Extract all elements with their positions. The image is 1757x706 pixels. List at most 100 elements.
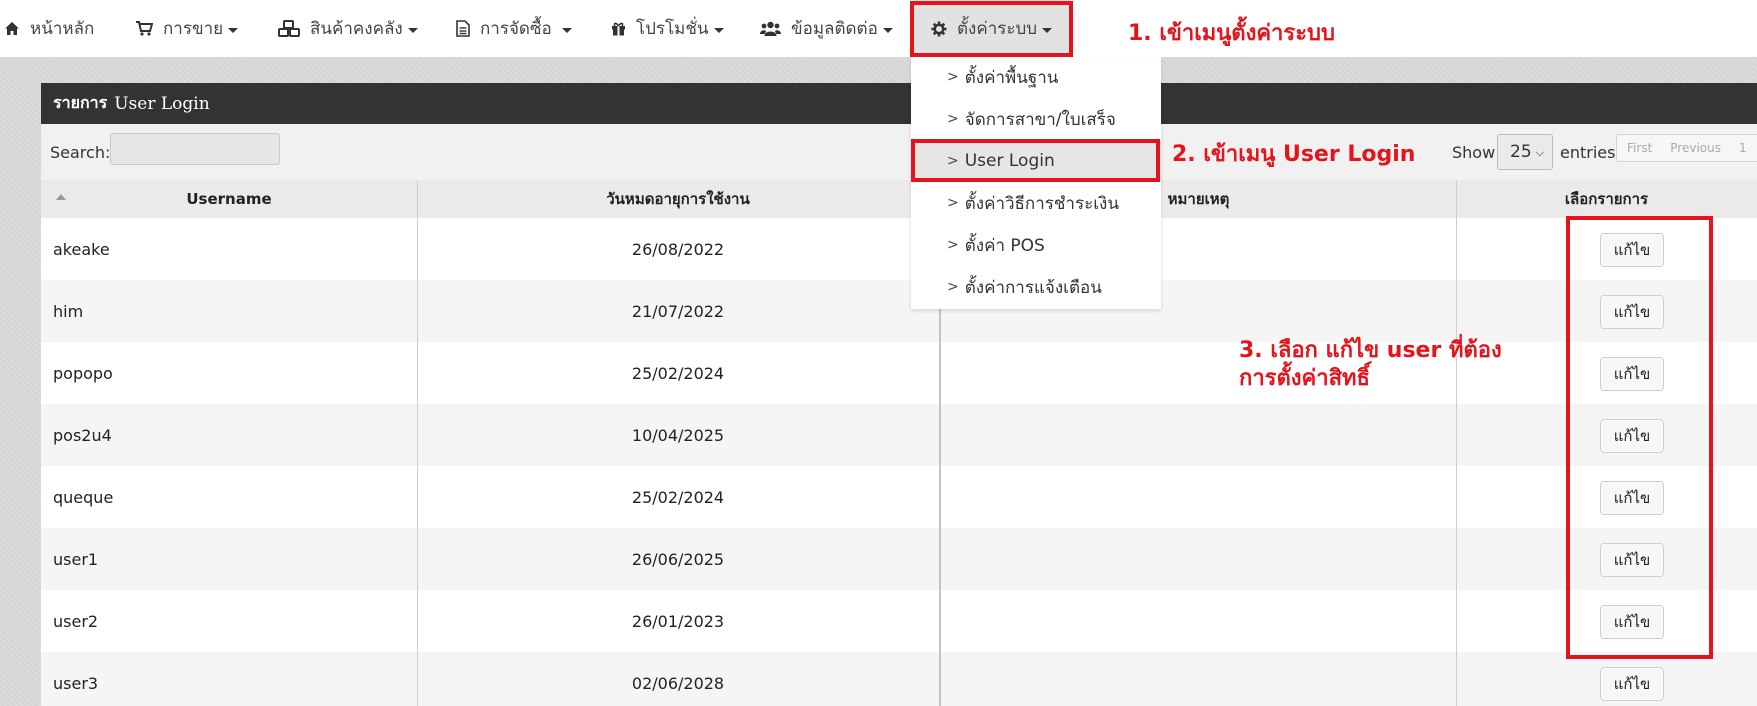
nav-item-purchasing[interactable]: การจัดซื้อ: [456, 0, 572, 57]
nav-item-home[interactable]: หน้าหลัก: [4, 0, 94, 57]
gift-icon: [611, 21, 626, 36]
column-header-username[interactable]: Username: [41, 180, 417, 218]
annotation-step-3-line-2: การตั้งค่าสิทธิ์: [1239, 366, 1370, 391]
cubes-icon: [278, 20, 300, 37]
panel-header: รายการ User Login: [41, 83, 1757, 124]
expiry-cell: 02/06/2028: [631, 673, 725, 693]
table-row: akeake 26/08/2022 แก้ไข: [41, 218, 1757, 280]
nav-item-label: ข้อมูลติดต่อ: [791, 19, 878, 39]
username-cell: user2: [53, 611, 99, 631]
document-icon: [456, 20, 470, 37]
chevron-right-icon: >: [947, 153, 959, 169]
menu-item-payment-methods[interactable]: > ตั้งค่าวิธีการชำระเงิน: [911, 183, 1161, 223]
edit-button[interactable]: แก้ไข: [1600, 667, 1664, 701]
menu-item-label: ตั้งค่าการแจ้งเตือน: [964, 277, 1102, 298]
menu-item-user-login[interactable]: > User Login: [911, 141, 1161, 181]
username-cell: user1: [53, 549, 99, 569]
table-row: queque 25/02/2024 แก้ไข: [41, 466, 1757, 528]
caret-down-icon: [561, 27, 572, 33]
pager-first[interactable]: First: [1627, 141, 1652, 155]
edit-button[interactable]: แก้ไข: [1600, 233, 1664, 267]
chevron-right-icon: >: [947, 111, 959, 127]
table-row: him 21/07/2022 แก้ไข: [41, 280, 1757, 342]
gear-icon: [931, 21, 947, 37]
menu-item-branch-receipt[interactable]: > จัดการสาขา/ใบเสร็จ: [911, 99, 1161, 139]
pager-page[interactable]: 1: [1739, 141, 1747, 155]
panel-title: User Login: [114, 93, 210, 114]
menu-item-label: ตั้งค่า POS: [964, 235, 1045, 256]
username-cell: him: [53, 301, 84, 321]
column-divider: [1456, 180, 1457, 706]
menu-item-label: User Login: [964, 151, 1055, 171]
column-divider: [417, 180, 418, 706]
entries-label: entries: [1560, 142, 1616, 162]
page-size-value: 25: [1510, 142, 1532, 162]
home-icon: [4, 21, 20, 36]
username-cell: akeake: [53, 239, 110, 259]
cart-icon: [136, 21, 153, 36]
chevron-right-icon: >: [947, 195, 959, 211]
nav-item-label: ตั้งค่าระบบ: [957, 19, 1038, 39]
pager-previous[interactable]: Previous: [1670, 141, 1721, 155]
edit-button[interactable]: แก้ไข: [1600, 605, 1664, 639]
expiry-cell: 25/02/2024: [631, 363, 725, 383]
column-header-expiry[interactable]: วันหมดอายุการใช้งาน: [417, 180, 939, 218]
nav-item-label: การขาย: [163, 19, 224, 39]
nav-item-label: หน้าหลัก: [30, 19, 95, 39]
table-toolbar: Search: Show 25 ⌵ entries First Previous…: [41, 124, 1757, 180]
page-size-select[interactable]: 25 ⌵: [1497, 134, 1553, 170]
chevron-down-icon: ⌵: [1535, 146, 1544, 159]
edit-button[interactable]: แก้ไข: [1600, 295, 1664, 329]
chevron-right-icon: >: [947, 279, 959, 295]
show-label: Show: [1452, 142, 1496, 162]
nav-item-label: การจัดซื้อ: [480, 19, 552, 39]
nav-item-system-settings[interactable]: ตั้งค่าระบบ: [913, 0, 1071, 57]
username-cell: pos2u4: [53, 425, 112, 445]
username-cell: user3: [53, 673, 99, 693]
search-input[interactable]: [110, 133, 280, 165]
table-row: user2 26/01/2023 แก้ไข: [41, 590, 1757, 652]
expiry-cell: 26/06/2025: [631, 549, 725, 569]
menu-item-label: จัดการสาขา/ใบเสร็จ: [964, 109, 1116, 130]
nav-item-sales[interactable]: การขาย: [136, 0, 239, 57]
caret-down-icon: [882, 27, 893, 33]
nav-item-promotion[interactable]: โปรโมชั่น: [611, 0, 724, 57]
nav-item-label: สินค้าคงคลัง: [310, 19, 403, 39]
nav-item-label: โปรโมชั่น: [636, 19, 709, 39]
expiry-cell: 26/01/2023: [631, 611, 725, 631]
edit-button[interactable]: แก้ไข: [1600, 543, 1664, 577]
chevron-right-icon: >: [947, 69, 959, 85]
caret-down-icon: [713, 27, 724, 33]
edit-button[interactable]: แก้ไข: [1600, 481, 1664, 515]
menu-item-basic-settings[interactable]: > ตั้งค่าพื้นฐาน: [911, 57, 1161, 97]
chevron-right-icon: >: [947, 237, 959, 253]
table-row: user3 02/06/2028 แก้ไข: [41, 652, 1757, 706]
edit-button[interactable]: แก้ไข: [1600, 419, 1664, 453]
nav-item-inventory[interactable]: สินค้าคงคลัง: [278, 0, 418, 57]
annotation-step-3-line-1: 3. เลือก แก้ไข user ที่ต้อง: [1239, 338, 1502, 363]
panel-title-thai: รายการ: [53, 93, 108, 112]
expiry-cell: 10/04/2025: [631, 425, 725, 445]
table-row: pos2u4 10/04/2025 แก้ไข: [41, 404, 1757, 466]
annotation-step-1: 1. เข้าเมนูตั้งค่าระบบ: [1128, 21, 1335, 46]
system-settings-menu: > ตั้งค่าพื้นฐาน > จัดการสาขา/ใบเสร็จ > …: [911, 57, 1161, 309]
column-header-action[interactable]: เลือกรายการ: [1456, 180, 1757, 218]
menu-item-pos-settings[interactable]: > ตั้งค่า POS: [911, 225, 1161, 265]
user-login-panel: รายการ User Login Search: Show 25 ⌵ entr…: [41, 83, 1757, 706]
caret-down-icon: [407, 27, 418, 33]
menu-item-label: ตั้งค่าวิธีการชำระเงิน: [964, 193, 1119, 214]
table-row: user1 26/06/2025 แก้ไข: [41, 528, 1757, 590]
username-cell: queque: [53, 487, 114, 507]
table-header: Username วันหมดอายุการใช้งาน หมายเหตุ เล…: [41, 180, 1757, 219]
expiry-cell: 21/07/2022: [631, 301, 725, 321]
search-label: Search:: [50, 142, 111, 162]
menu-item-label: ตั้งค่าพื้นฐาน: [964, 67, 1059, 88]
annotation-step-2: 2. เข้าเมนู User Login: [1172, 142, 1416, 167]
caret-down-icon: [228, 27, 239, 33]
menu-item-notification-settings[interactable]: > ตั้งค่าการแจ้งเตือน: [911, 267, 1161, 307]
nav-item-contacts[interactable]: ข้อมูลติดต่อ: [760, 0, 893, 57]
edit-button[interactable]: แก้ไข: [1600, 357, 1664, 391]
pagination: First Previous 1: [1616, 134, 1757, 162]
annotation-step-3: 3. เลือก แก้ไข user ที่ต้อง การตั้งค่าสิ…: [1239, 337, 1502, 393]
expiry-cell: 25/02/2024: [631, 487, 725, 507]
